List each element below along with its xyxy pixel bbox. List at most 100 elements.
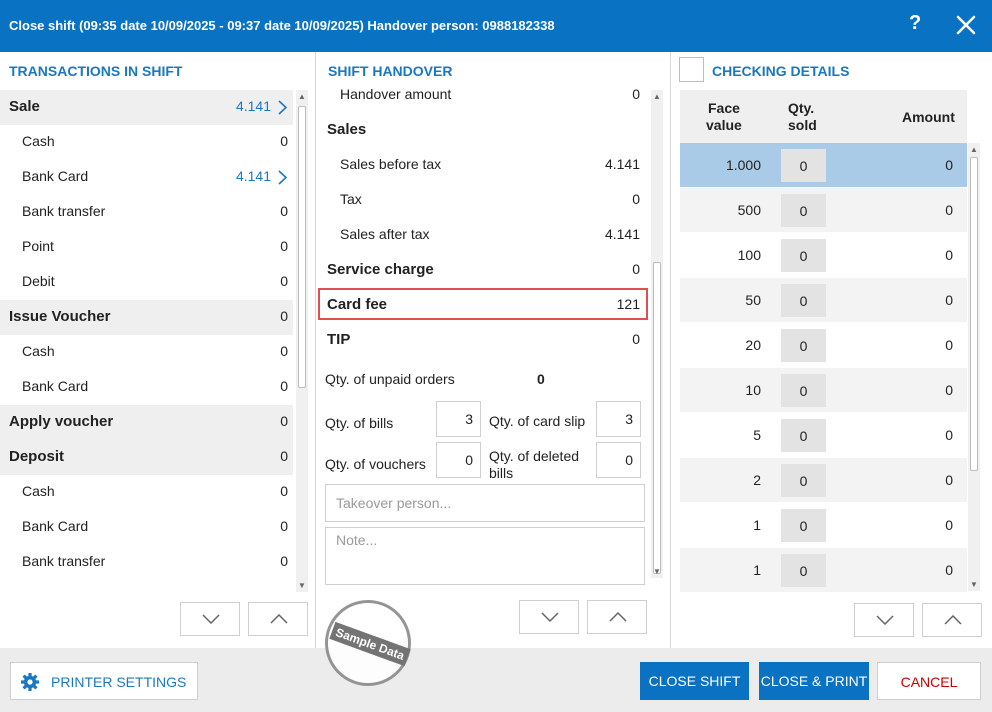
denomination-row[interactable]: 100 0 0 (680, 233, 967, 278)
service-charge-label: Service charge (327, 261, 434, 278)
amount-header: Amount (902, 109, 955, 125)
middle-scrollbar[interactable]: ▲ ▼ (651, 90, 663, 578)
qty-sold-field[interactable]: 0 (781, 284, 826, 317)
right-scroll-up-button[interactable] (922, 603, 982, 637)
left-scrollbar[interactable]: ▲ ▼ (296, 90, 308, 592)
transaction-row: Bank Card 0 (0, 370, 293, 405)
right-scroll-down-button[interactable] (854, 603, 914, 637)
deleted-bills-field[interactable]: 0 (596, 442, 641, 478)
transaction-label: Apply voucher (9, 413, 114, 430)
chevron-right-icon[interactable] (278, 170, 287, 185)
sales-label: Sales (327, 121, 367, 138)
denomination-row[interactable]: 1 0 0 (680, 548, 967, 593)
qty-sold-field[interactable]: 0 (781, 239, 826, 272)
qty-sold-field[interactable]: 0 (781, 374, 826, 407)
tip-row: TIP 0 (318, 324, 648, 359)
denomination-row[interactable]: 5 0 0 (680, 413, 967, 458)
transaction-category-row[interactable]: Sale 4.141 (0, 90, 293, 125)
denomination-row[interactable]: 500 0 0 (680, 188, 967, 233)
transaction-value: 4.141 (235, 98, 271, 114)
middle-scroll-up-button[interactable] (587, 600, 647, 634)
transactions-heading: TRANSACTIONS IN SHIFT (9, 63, 183, 79)
window-title: Close shift (09:35 date 10/09/2025 - 09:… (9, 18, 555, 33)
transaction-label: Sale (9, 98, 40, 115)
unpaid-orders-label: Qty. of unpaid orders (325, 371, 455, 387)
title-bar: Close shift (09:35 date 10/09/2025 - 09:… (0, 0, 992, 52)
sales-before-tax-label: Sales before tax (340, 156, 442, 172)
checking-details-checkbox[interactable] (679, 57, 704, 82)
transaction-label: Bank transfer (22, 203, 106, 219)
tax-value: 0 (632, 191, 640, 207)
chevron-up-icon (270, 614, 288, 624)
bills-field[interactable]: 3 (436, 401, 481, 437)
transaction-row: Debit 0 (0, 265, 293, 300)
sales-before-tax-value: 4.141 (604, 156, 640, 172)
close-icon[interactable] (955, 14, 977, 36)
transaction-value: 0 (280, 133, 288, 149)
chevron-up-icon (944, 615, 962, 625)
qty-sold-field[interactable]: 0 (781, 149, 826, 182)
qty-sold-field[interactable]: 0 (781, 419, 826, 452)
transaction-value: 0 (280, 308, 288, 324)
handover-amount-value: 0 (632, 86, 640, 102)
denomination-row[interactable]: 1 0 0 (680, 503, 967, 548)
transaction-label: Point (22, 238, 54, 254)
face-value-header-line2: value (706, 117, 742, 133)
qty-sold-field[interactable]: 0 (781, 509, 826, 542)
qty-sold-field[interactable]: 0 (781, 329, 826, 362)
right-scrollbar[interactable]: ▲ ▼ (968, 143, 980, 591)
denomination-row[interactable]: 20 0 0 (680, 323, 967, 368)
sample-data-stamp: Sample Data (325, 600, 411, 686)
denomination-row[interactable]: 10 0 0 (680, 368, 967, 413)
help-icon[interactable]: ? (909, 12, 921, 35)
middle-scroll-down-button[interactable] (519, 600, 579, 634)
deleted-bills-label-line1: Qty. of deleted (489, 448, 580, 464)
face-value: 1.000 (725, 157, 761, 173)
transaction-row: Point 0 (0, 230, 293, 265)
vouchers-field[interactable]: 0 (436, 442, 481, 478)
denomination-row[interactable]: 50 0 0 (680, 278, 967, 323)
transaction-label: Deposit (9, 448, 65, 465)
amount-value: 0 (945, 337, 953, 353)
transaction-value: 0 (280, 483, 288, 499)
handover-amount-label: Handover amount (340, 86, 452, 102)
printer-settings-button[interactable]: PRINTER SETTINGS (10, 662, 198, 700)
note-input[interactable]: Note... (325, 527, 645, 585)
left-scroll-up-button[interactable] (248, 602, 308, 636)
face-value: 20 (745, 337, 761, 353)
transaction-category-row: Issue Voucher 0 (0, 300, 293, 335)
service-charge-row: Service charge 0 (318, 254, 648, 289)
close-shift-button[interactable]: CLOSE SHIFT (640, 662, 749, 700)
cancel-button[interactable]: CANCEL (877, 662, 981, 700)
transaction-row: Cash 0 (0, 335, 293, 370)
takeover-person-input[interactable]: Takeover person... (325, 484, 645, 522)
transaction-label: Bank Card (22, 518, 89, 534)
card-slip-field[interactable]: 3 (596, 401, 641, 437)
denomination-row[interactable]: 2 0 0 (680, 458, 967, 503)
transaction-label: Cash (22, 483, 55, 499)
card-fee-highlight (318, 288, 648, 320)
denomination-row[interactable]: 1.000 0 0 (680, 143, 967, 188)
qty-sold-field[interactable]: 0 (781, 554, 826, 587)
handover-amount-row: Handover amount 0 (318, 79, 648, 114)
transaction-value: 0 (280, 378, 288, 394)
transaction-label: Bank transfer (22, 553, 106, 569)
amount-value: 0 (945, 562, 953, 578)
left-scroll-down-button[interactable] (180, 602, 240, 636)
chevron-right-icon[interactable] (278, 100, 287, 115)
face-value: 10 (745, 382, 761, 398)
tax-label: Tax (340, 191, 362, 207)
transaction-value: 0 (280, 553, 288, 569)
footer-bar: PRINTER SETTINGS CLOSE SHIFT CLOSE & PRI… (0, 648, 992, 712)
transaction-row: Bank transfer 0 (0, 195, 293, 230)
transaction-value: 4.141 (235, 168, 271, 184)
close-and-print-button[interactable]: CLOSE & PRINT (759, 662, 869, 700)
transaction-row[interactable]: Bank Card 4.141 (0, 160, 293, 195)
transaction-value: 0 (280, 413, 288, 429)
qty-sold-field[interactable]: 0 (781, 194, 826, 227)
qty-sold-header-line2: sold (788, 117, 817, 133)
divider (315, 52, 316, 648)
qty-sold-field[interactable]: 0 (781, 464, 826, 497)
chevron-up-icon (609, 612, 627, 622)
amount-value: 0 (945, 292, 953, 308)
